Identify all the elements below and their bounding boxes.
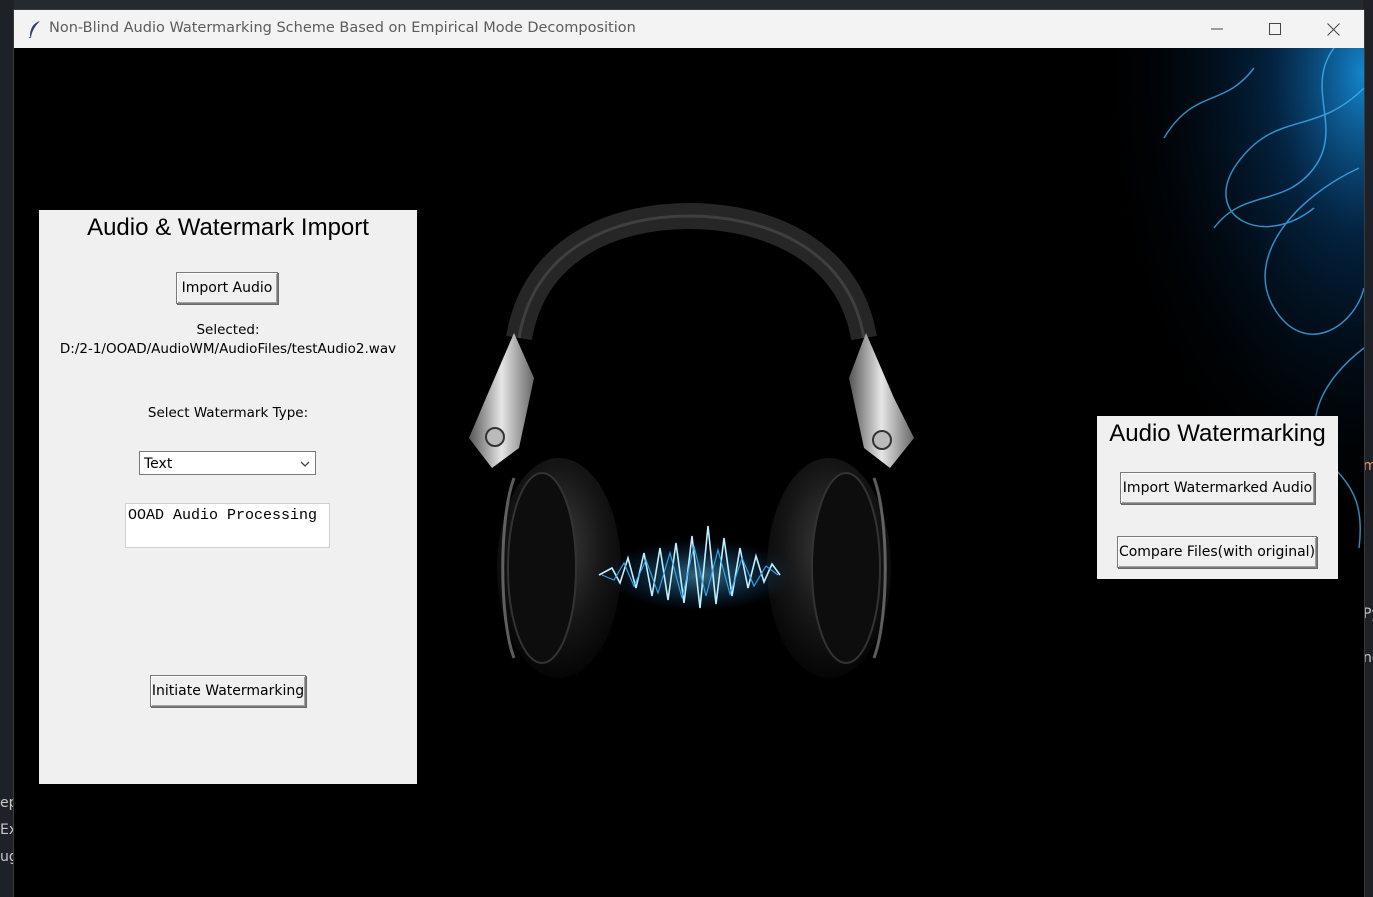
audio-watermarking-panel: Audio Watermarking Import Watermarked Au… [1097,416,1338,579]
desktop-background-strip [0,0,1373,10]
maximize-button[interactable] [1246,10,1304,48]
headband [506,202,877,341]
desktop-right-edge: m Py nd [1363,0,1373,897]
extraction-panel-heading: Audio Watermarking [1109,420,1326,447]
selected-label: Selected: [196,322,260,338]
left-hinge [469,333,534,468]
selected-file-path: D:/2-1/OOAD/AudioWM/AudioFiles/testAudio… [59,341,397,357]
title-bar[interactable]: Non-Blind Audio Watermarking Scheme Base… [14,10,1364,49]
initiate-watermarking-button[interactable]: Initiate Watermarking [150,675,306,707]
chevron-down-icon [300,461,310,467]
watermark-text-input[interactable]: OOAD Audio Processing [125,503,330,548]
close-button[interactable] [1304,10,1362,48]
audio-watermark-import-panel: Audio & Watermark Import Import Audio Se… [39,210,417,784]
edge-text-fragment: Py [1363,606,1373,622]
background-canvas: Audio & Watermark Import Import Audio Se… [14,48,1364,897]
compare-files-button[interactable]: Compare Files(with original) [1117,536,1317,568]
edge-text-fragment: m [1363,458,1373,474]
window-title: Non-Blind Audio Watermarking Scheme Base… [49,20,636,36]
import-panel-heading: Audio & Watermark Import [87,214,369,241]
maximize-icon [1269,23,1281,35]
edge-text-fragment: nd [1363,650,1373,666]
close-icon [1326,22,1340,36]
desktop-left-edge: ep Exc ugi [0,0,25,897]
watermark-type-value: Text [144,456,173,472]
import-watermarked-audio-button[interactable]: Import Watermarked Audio [1120,472,1315,504]
app-window: Non-Blind Audio Watermarking Scheme Base… [14,10,1364,897]
import-audio-button[interactable]: Import Audio [176,272,278,304]
feather-icon [28,21,40,38]
watermark-type-label: Select Watermark Type: [147,405,309,421]
watermark-type-select[interactable]: Text [139,451,316,475]
minimize-icon [1211,28,1223,30]
minimize-button[interactable] [1188,10,1246,48]
